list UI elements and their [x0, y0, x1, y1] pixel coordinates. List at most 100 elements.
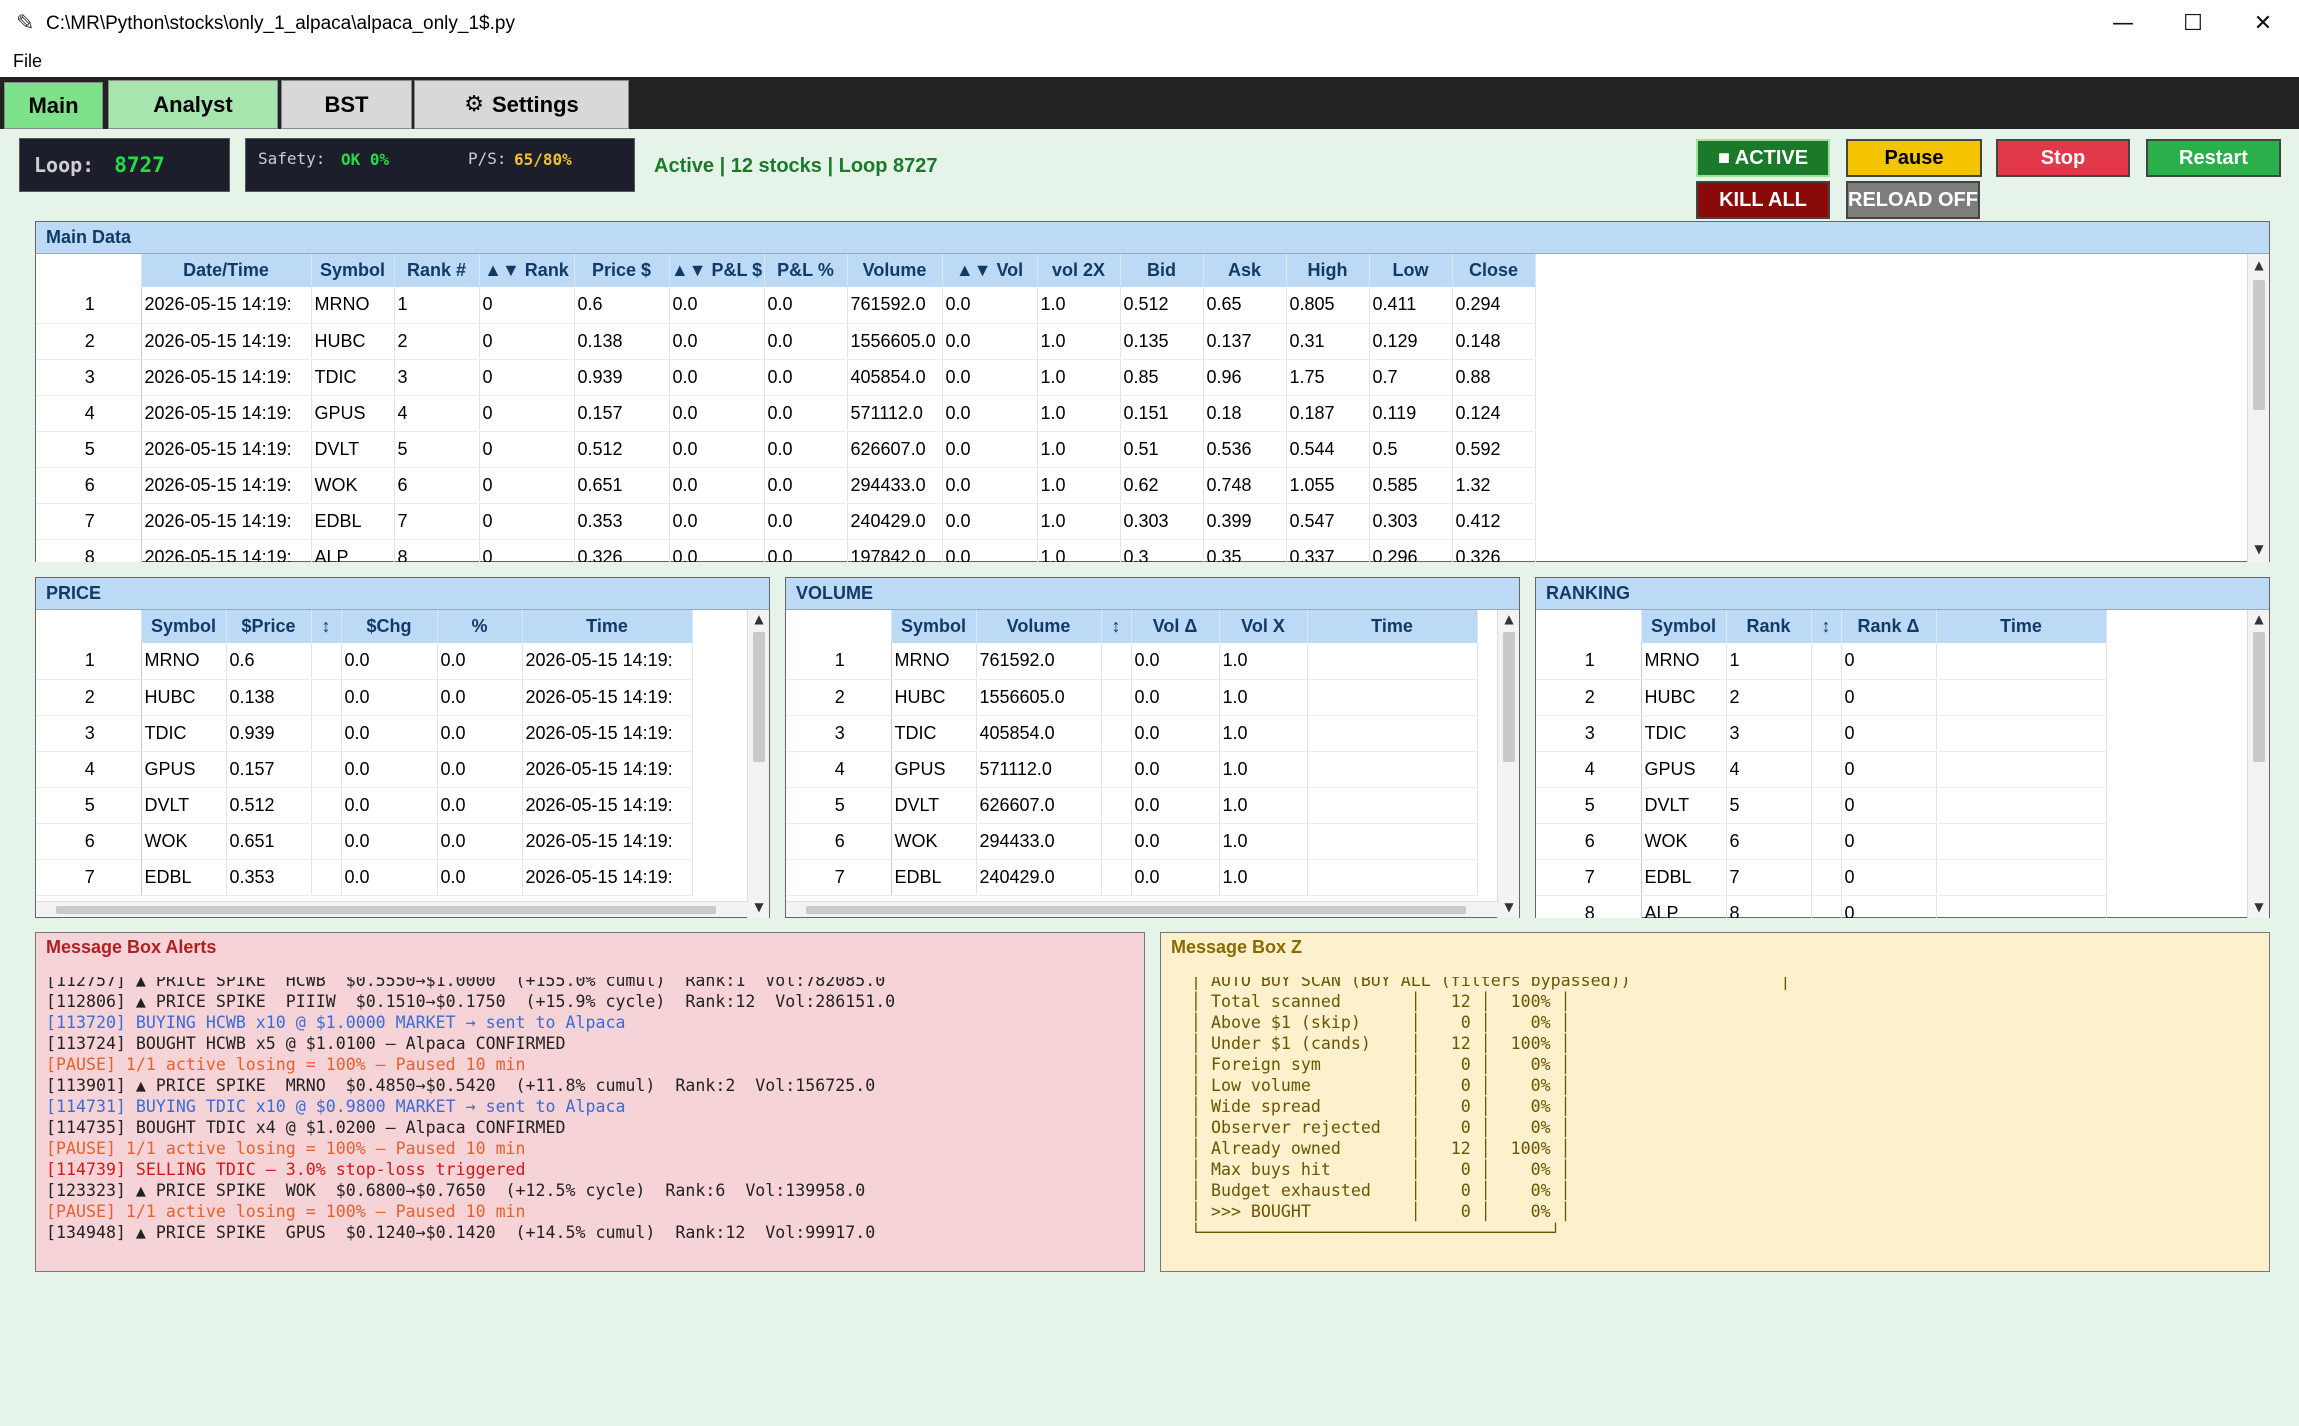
table-cell: 1.0 — [1219, 679, 1308, 716]
column-header[interactable]: Ask — [1203, 254, 1287, 287]
tab-settings[interactable]: ⚙ Settings — [414, 80, 629, 129]
column-header[interactable]: Symbol — [141, 610, 227, 643]
column-header[interactable]: ▲▼ Rank — [479, 254, 575, 287]
table-row[interactable]: 6 2026-05-15 14:19: WOK 6 0 0.651 0.0 0.0 294433… — [36, 467, 1536, 504]
table-row[interactable]: 8 ALP 8 0 — [1536, 895, 2107, 918]
ranking-vscroll[interactable]: ▲ ▼ — [2247, 610, 2269, 918]
table-row[interactable]: 7 2026-05-15 14:19: EDBL 7 0 0.353 0.0 0.0 24042… — [36, 503, 1536, 540]
table-row[interactable]: 4 GPUS 4 0 — [1536, 751, 2107, 788]
column-header[interactable]: ↕ — [311, 610, 342, 643]
table-row[interactable]: 6 WOK 0.651 0.0 0.0 2026-05-15 14:19: — [36, 823, 693, 860]
table-row[interactable]: 5 DVLT 626607.0 0.0 1.0 — [786, 787, 1478, 824]
table-row[interactable]: 1 2026-05-15 14:19: MRNO 1 0 0.6 0.0 0.0 761592.… — [36, 287, 1536, 324]
table-cell: 571112.0 — [976, 751, 1102, 788]
table-row[interactable]: 2 2026-05-15 14:19: HUBC 2 0 0.138 0.0 0.0 15566… — [36, 323, 1536, 360]
table-row[interactable]: 5 2026-05-15 14:19: DVLT 5 0 0.512 0.0 0.0 62660… — [36, 431, 1536, 468]
table-row[interactable]: 5 DVLT 0.512 0.0 0.0 2026-05-15 14:19: — [36, 787, 693, 824]
table-cell — [1936, 859, 2107, 896]
table-row[interactable]: 2 HUBC 0.138 0.0 0.0 2026-05-15 14:19: — [36, 679, 693, 716]
column-header[interactable]: Rank — [1726, 610, 1812, 643]
pause-button[interactable]: Pause — [1846, 139, 1982, 177]
table-row[interactable]: 4 2026-05-15 14:19: GPUS 4 0 0.157 0.0 0.0 57111… — [36, 395, 1536, 432]
column-header[interactable]: vol 2X — [1037, 254, 1121, 287]
table-row[interactable]: 4 GPUS 0.157 0.0 0.0 2026-05-15 14:19: — [36, 751, 693, 788]
table-cell: GPUS — [311, 395, 395, 432]
price-hscroll[interactable] — [36, 901, 749, 917]
table-row[interactable]: 3 TDIC 405854.0 0.0 1.0 — [786, 715, 1478, 752]
table-row[interactable]: 3 TDIC 0.939 0.0 0.0 2026-05-15 14:19: — [36, 715, 693, 752]
column-header[interactable]: Vol Δ — [1131, 610, 1220, 643]
table-cell: 0.592 — [1452, 431, 1536, 468]
row-index: 1 — [36, 287, 142, 324]
table-cell: 0.353 — [226, 859, 312, 896]
table-row[interactable]: 3 2026-05-15 14:19: TDIC 3 0 0.939 0.0 0.0 40585… — [36, 359, 1536, 396]
scroll-up-icon[interactable]: ▲ — [2248, 258, 2270, 276]
tab-main[interactable]: Main — [4, 82, 103, 129]
menu-file[interactable]: File — [13, 51, 42, 72]
main-data-scrollbar[interactable]: ▲ ▼ — [2247, 254, 2269, 562]
column-header[interactable]: Volume — [976, 610, 1102, 643]
table-row[interactable]: 7 EDBL 240429.0 0.0 1.0 — [786, 859, 1478, 896]
column-header[interactable]: % — [437, 610, 523, 643]
active-button[interactable]: ■ ACTIVE — [1696, 139, 1830, 177]
scroll-down-icon[interactable]: ▼ — [2248, 542, 2270, 560]
reload-button[interactable]: RELOAD OFF — [1846, 181, 1980, 219]
tab-bst[interactable]: BST — [281, 80, 412, 129]
column-header[interactable]: Symbol — [311, 254, 395, 287]
tab-analyst[interactable]: Analyst — [108, 80, 278, 129]
row-index: 5 — [1536, 787, 1642, 824]
table-cell: 0.31 — [1286, 323, 1370, 360]
volume-hscroll[interactable] — [786, 901, 1499, 917]
column-header[interactable]: High — [1286, 254, 1370, 287]
column-header[interactable]: Time — [1307, 610, 1478, 643]
table-cell: 1.0 — [1037, 431, 1121, 468]
column-header[interactable]: Symbol — [1641, 610, 1727, 643]
column-header[interactable]: Date/Time — [141, 254, 312, 287]
table-row[interactable]: 3 TDIC 3 0 — [1536, 715, 2107, 752]
column-header[interactable]: Vol X — [1219, 610, 1308, 643]
column-header[interactable]: Rank Δ — [1841, 610, 1937, 643]
column-header[interactable]: Time — [522, 610, 693, 643]
table-cell: 0.6 — [574, 287, 670, 324]
table-row[interactable]: 2 HUBC 2 0 — [1536, 679, 2107, 716]
close-button[interactable]: ✕ — [2228, 0, 2298, 47]
column-header[interactable]: $Price — [226, 610, 312, 643]
column-header[interactable]: ▲▼ P&L $ — [669, 254, 765, 287]
table-row[interactable]: 1 MRNO 761592.0 0.0 1.0 — [786, 643, 1478, 680]
column-header[interactable]: $Chg — [341, 610, 438, 643]
column-header[interactable]: Symbol — [891, 610, 977, 643]
table-cell: 761592.0 — [976, 643, 1102, 680]
volume-vscroll[interactable]: ▲ ▼ — [1497, 610, 1519, 918]
restart-button[interactable]: Restart — [2146, 139, 2281, 177]
table-row[interactable]: 8 2026-05-15 14:19: ALP 8 0 0.326 0.0 0.0 197842… — [36, 539, 1536, 562]
maximize-button[interactable]: ☐ — [2158, 0, 2228, 47]
table-cell — [1101, 715, 1132, 752]
table-row[interactable]: 6 WOK 294433.0 0.0 1.0 — [786, 823, 1478, 860]
table-row[interactable]: 1 MRNO 0.6 0.0 0.0 2026-05-15 14:19: — [36, 643, 693, 680]
column-header[interactable]: ↕ — [1811, 610, 1842, 643]
table-row[interactable]: 1 MRNO 1 0 — [1536, 643, 2107, 680]
column-header[interactable]: Price $ — [574, 254, 670, 287]
column-header[interactable]: Time — [1936, 610, 2107, 643]
column-header[interactable]: Rank # — [394, 254, 480, 287]
table-row[interactable]: 4 GPUS 571112.0 0.0 1.0 — [786, 751, 1478, 788]
column-header[interactable]: P&L % — [764, 254, 848, 287]
table-cell: 1.0 — [1219, 787, 1308, 824]
column-header[interactable]: ▲▼ Vol — [942, 254, 1038, 287]
table-cell: 1.0 — [1037, 395, 1121, 432]
minimize-button[interactable]: — — [2088, 0, 2158, 47]
table-row[interactable]: 5 DVLT 5 0 — [1536, 787, 2107, 824]
column-header[interactable]: Volume — [847, 254, 943, 287]
column-header[interactable]: Close — [1452, 254, 1536, 287]
column-header[interactable]: Low — [1369, 254, 1453, 287]
column-header[interactable]: ↕ — [1101, 610, 1132, 643]
stop-button[interactable]: Stop — [1996, 139, 2130, 177]
table-row[interactable]: 7 EDBL 7 0 — [1536, 859, 2107, 896]
price-vscroll[interactable]: ▲ ▼ — [747, 610, 769, 918]
table-row[interactable]: 2 HUBC 1556605.0 0.0 1.0 — [786, 679, 1478, 716]
kill-all-button[interactable]: KILL ALL — [1696, 181, 1830, 219]
column-header[interactable]: Bid — [1120, 254, 1204, 287]
table-row[interactable]: 7 EDBL 0.353 0.0 0.0 2026-05-15 14:19: — [36, 859, 693, 896]
log-line: └───────────────────────────────────┘ — [1171, 1223, 1561, 1242]
table-row[interactable]: 6 WOK 6 0 — [1536, 823, 2107, 860]
